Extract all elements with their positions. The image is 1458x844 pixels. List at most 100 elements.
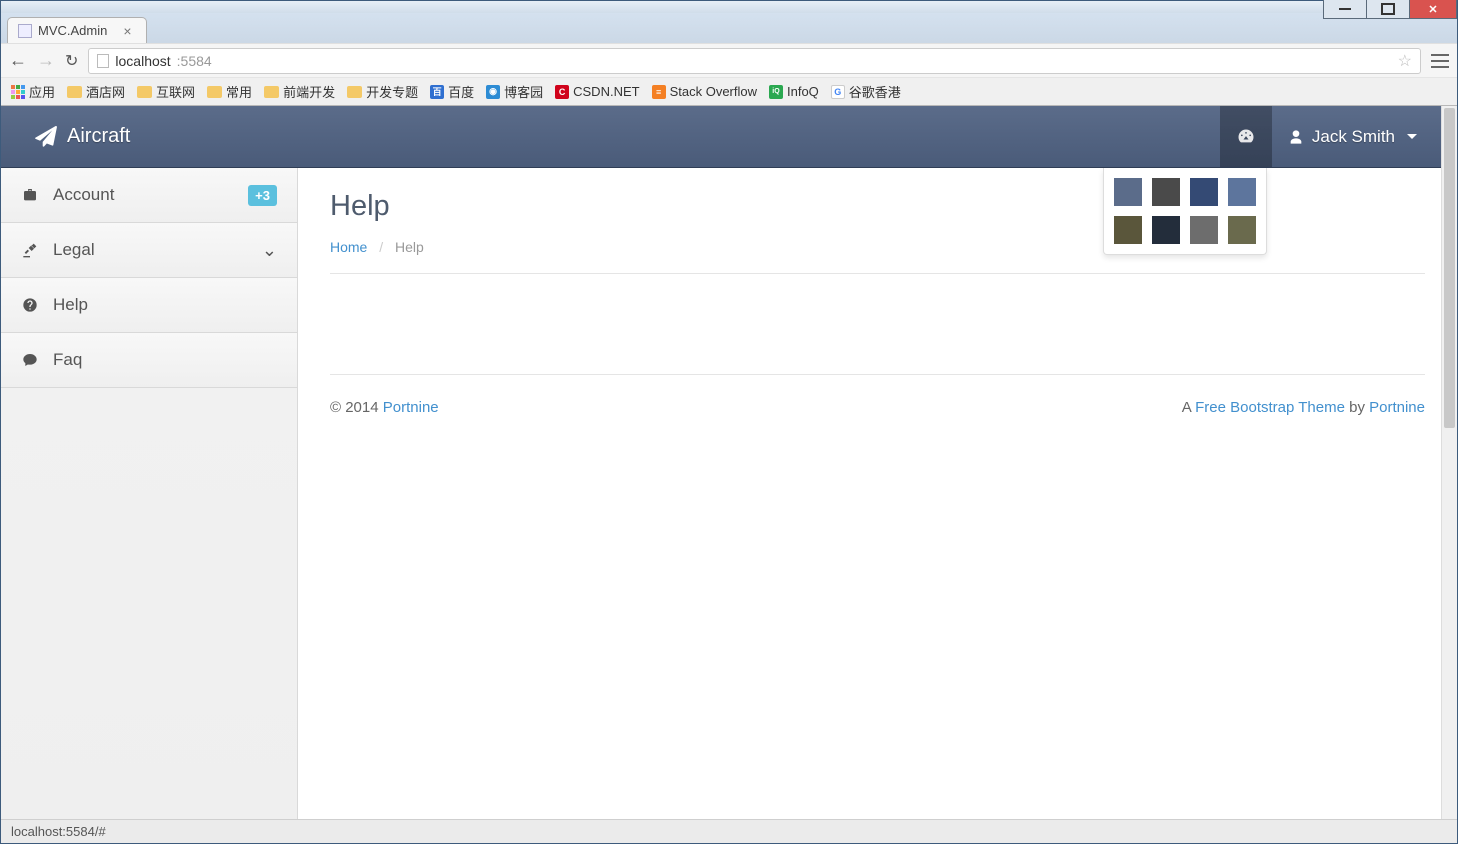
footer-portnine-link[interactable]: Portnine [383,399,439,416]
main-content: Help Home / Help © 2014 Portnine A Free … [298,168,1457,819]
bookmark-cnblogs[interactable]: ◉ 博客园 [486,82,543,101]
bookmark-label: 开发专题 [366,82,418,101]
bookmark-label: Stack Overflow [670,84,757,99]
question-icon [21,297,39,313]
user-icon [1288,129,1304,145]
browser-statusbar: localhost:5584/# [1,819,1457,843]
footer-theme-link[interactable]: Free Bootstrap Theme [1195,399,1345,416]
bookmark-label: 谷歌香港 [849,82,901,101]
status-text: localhost:5584/# [11,824,106,839]
footer-portnine-link2[interactable]: Portnine [1369,399,1425,416]
folder-icon [207,86,222,98]
os-titlebar [1,1,1457,13]
bookmark-google[interactable]: G 谷歌香港 [831,82,901,101]
tab-close-icon[interactable]: × [123,23,131,39]
folder-icon [137,86,152,98]
comment-icon [21,352,39,368]
os-minimize-button[interactable] [1323,0,1367,19]
bookmark-folder[interactable]: 互联网 [137,82,195,101]
breadcrumb: Home / Help [330,239,1425,274]
page-viewport: Aircraft Jack Smith [1,106,1457,843]
sidebar: Account +3 Legal ⌄ Help Faq [1,168,298,819]
footer-right-prefix: A [1182,399,1195,416]
caret-down-icon [1407,134,1417,139]
url-host: localhost [115,53,170,69]
address-bar[interactable]: localhost :5584 ☆ [88,48,1421,74]
user-name: Jack Smith [1312,127,1395,147]
breadcrumb-separator: / [379,239,383,255]
brand[interactable]: Aircraft [35,125,130,148]
bookmark-label: 互联网 [156,82,195,101]
sidebar-item-help[interactable]: Help [1,278,297,333]
breadcrumb-home-link[interactable]: Home [330,239,367,255]
apps-icon [11,85,25,99]
bookmark-label: CSDN.NET [573,84,639,99]
bookmark-label: 前端开发 [283,82,335,101]
sidebar-badge: +3 [248,185,277,206]
page-title: Help [330,190,1425,223]
tab-title: MVC.Admin [38,23,107,38]
sidebar-item-faq[interactable]: Faq [1,333,297,388]
os-close-button[interactable] [1409,0,1457,19]
sidebar-item-label: Account [53,185,114,205]
sidebar-item-label: Faq [53,350,82,370]
user-menu-button[interactable]: Jack Smith [1272,106,1437,167]
paper-plane-icon [35,126,57,148]
bookmark-folder[interactable]: 开发专题 [347,82,418,101]
bookmark-apps[interactable]: 应用 [11,82,55,101]
breadcrumb-current: Help [395,239,424,255]
chevron-down-icon: ⌄ [262,240,277,261]
bookmark-label: 博客园 [504,82,543,101]
folder-icon [67,86,82,98]
os-window: MVC.Admin × ← → ↻ localhost :5584 ☆ 应用 酒店… [0,0,1458,844]
site-icon [97,54,109,68]
bookmark-label: 应用 [29,82,55,101]
theme-picker-button[interactable] [1220,106,1272,167]
bookmark-label: 常用 [226,82,252,101]
google-icon: G [831,85,845,99]
bookmark-baidu[interactable]: 百百度 [430,82,474,101]
folder-icon [347,86,362,98]
back-button[interactable]: ← [9,50,27,71]
bookmark-star-icon[interactable]: ☆ [1398,51,1412,71]
sidebar-item-account[interactable]: Account +3 [1,168,297,223]
sidebar-item-legal[interactable]: Legal ⌄ [1,223,297,278]
bookmark-folder[interactable]: 前端开发 [264,82,335,101]
chrome-menu-button[interactable] [1431,54,1449,68]
os-maximize-button[interactable] [1366,0,1410,19]
bookmark-label: 酒店网 [86,82,125,101]
stackoverflow-icon: ≡ [652,85,666,99]
bookmark-csdn[interactable]: C CSDN.NET [555,84,639,99]
folder-icon [264,86,279,98]
bookmark-folder[interactable]: 常用 [207,82,252,101]
scrollbar-thumb[interactable] [1444,108,1455,428]
toolbar: ← → ↻ localhost :5584 ☆ [1,43,1457,77]
bookmark-stackoverflow[interactable]: ≡ Stack Overflow [652,84,757,99]
tab-strip: MVC.Admin × [1,13,1457,43]
footer: © 2014 Portnine A Free Bootstrap Theme b… [330,374,1425,440]
bookmark-infoq[interactable]: iQInfoQ [769,84,819,99]
forward-button[interactable]: → [37,50,55,71]
gavel-icon [21,242,39,258]
baidu-icon: 百 [430,85,444,99]
csdn-icon: C [555,85,569,99]
sidebar-item-label: Legal [53,240,95,260]
url-port: :5584 [177,53,212,69]
browser-tab[interactable]: MVC.Admin × [7,17,147,43]
scrollbar[interactable] [1441,106,1457,819]
footer-left: © 2014 Portnine [330,399,439,416]
footer-copyright: © 2014 [330,399,383,416]
browser-chrome: MVC.Admin × ← → ↻ localhost :5584 ☆ 应用 酒店… [1,13,1457,106]
page-icon [18,24,32,38]
sidebar-item-label: Help [53,295,88,315]
brand-text: Aircraft [67,125,130,148]
bookmark-label: 百度 [448,82,474,101]
infoq-icon: iQ [769,85,783,99]
dashboard-icon [1236,127,1256,147]
app-navbar: Aircraft Jack Smith [1,106,1457,168]
cnblogs-icon: ◉ [486,85,500,99]
reload-button[interactable]: ↻ [65,51,78,71]
footer-right: A Free Bootstrap Theme by Portnine [1182,399,1425,416]
app-body: Account +3 Legal ⌄ Help Faq Hel [1,168,1457,819]
bookmark-folder[interactable]: 酒店网 [67,82,125,101]
